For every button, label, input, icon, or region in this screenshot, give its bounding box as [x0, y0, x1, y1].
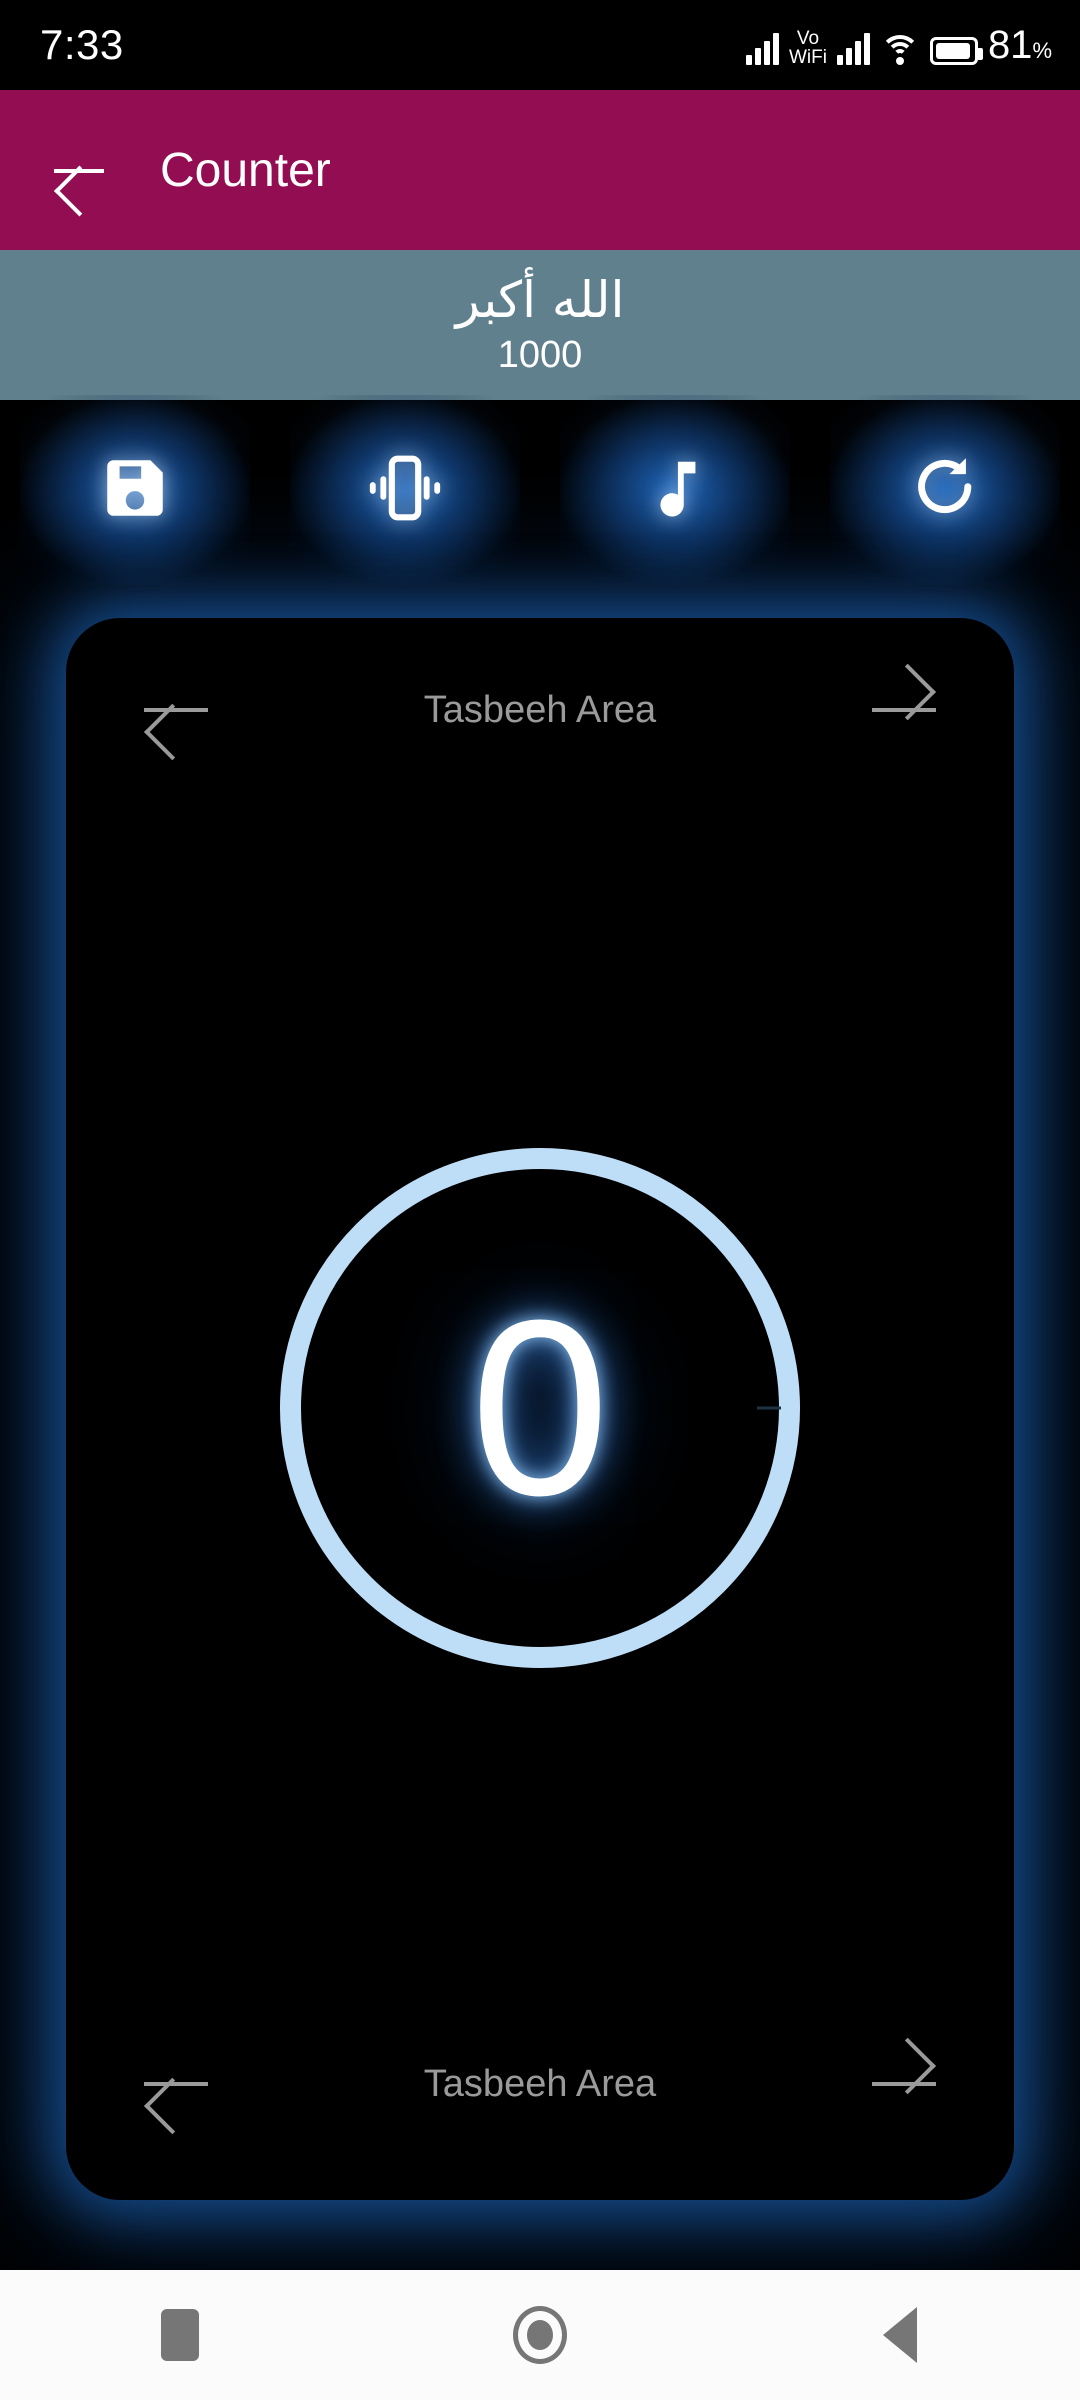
sound-button[interactable] [540, 400, 810, 580]
phone-screen: 7:33 Vo WiFi 81% Counter الله أكبر 1000 [0, 0, 1080, 2400]
vowifi-indicator: Vo WiFi [789, 29, 827, 67]
prev-tasbeeh-button-bottom[interactable] [140, 2055, 212, 2113]
next-tasbeeh-button-bottom[interactable] [868, 2055, 940, 2113]
signal-bars-icon-1 [745, 31, 779, 65]
wifi-icon [879, 31, 920, 65]
save-button[interactable] [0, 400, 270, 580]
tasbeeh-area-label-top: Tasbeeh Area [423, 688, 657, 731]
home-button[interactable] [450, 2270, 630, 2400]
square-icon [161, 2309, 199, 2361]
reset-button[interactable] [810, 400, 1080, 580]
arrow-left-icon[interactable] [48, 139, 110, 201]
status-icons: Vo WiFi 81% [745, 25, 1052, 67]
signal-bars-icon-2 [836, 31, 870, 65]
circle-icon [513, 2306, 567, 2364]
vowifi-line1: Vo [796, 28, 820, 49]
dhikr-target-count: 1000 [497, 334, 583, 376]
tasbeeh-nav-top: Tasbeeh Area [66, 650, 1014, 770]
vowifi-line2: WiFi [788, 47, 827, 68]
status-time: 7:33 [40, 21, 124, 68]
vibration-icon [364, 451, 446, 530]
recents-button[interactable] [90, 2270, 270, 2400]
battery-icon [929, 37, 983, 65]
status-bar: 7:33 Vo WiFi 81% [0, 0, 1080, 90]
battery-percent: 81% [988, 25, 1052, 65]
action-toolbar [0, 400, 1080, 580]
counter-tap-area[interactable]: 0 [280, 1148, 800, 1668]
refresh-icon [907, 450, 983, 531]
prev-tasbeeh-button-top[interactable] [140, 681, 212, 739]
tasbeeh-nav-bottom: Tasbeeh Area [66, 2024, 1014, 2144]
back-button[interactable] [810, 2270, 990, 2400]
vibrate-button[interactable] [270, 400, 540, 580]
counter-value: 0 [470, 1268, 610, 1547]
dhikr-banner: الله أكبر 1000 [0, 250, 1080, 400]
dhikr-arabic-text: الله أكبر [455, 271, 625, 329]
app-bar: Counter [0, 90, 1080, 250]
counter-card: Tasbeeh Area 0 Tasbeeh Area [66, 618, 1014, 2200]
page-title: Counter [160, 143, 331, 197]
music-note-icon [640, 451, 710, 530]
battery-percent-value: 81 [987, 23, 1033, 67]
floppy-disk-icon [98, 451, 172, 530]
tasbeeh-area-label-bottom: Tasbeeh Area [423, 2062, 657, 2105]
percent-symbol: % [1032, 38, 1052, 63]
next-tasbeeh-button-top[interactable] [868, 681, 940, 739]
triangle-back-icon [883, 2307, 917, 2363]
system-navigation-bar [0, 2270, 1080, 2400]
